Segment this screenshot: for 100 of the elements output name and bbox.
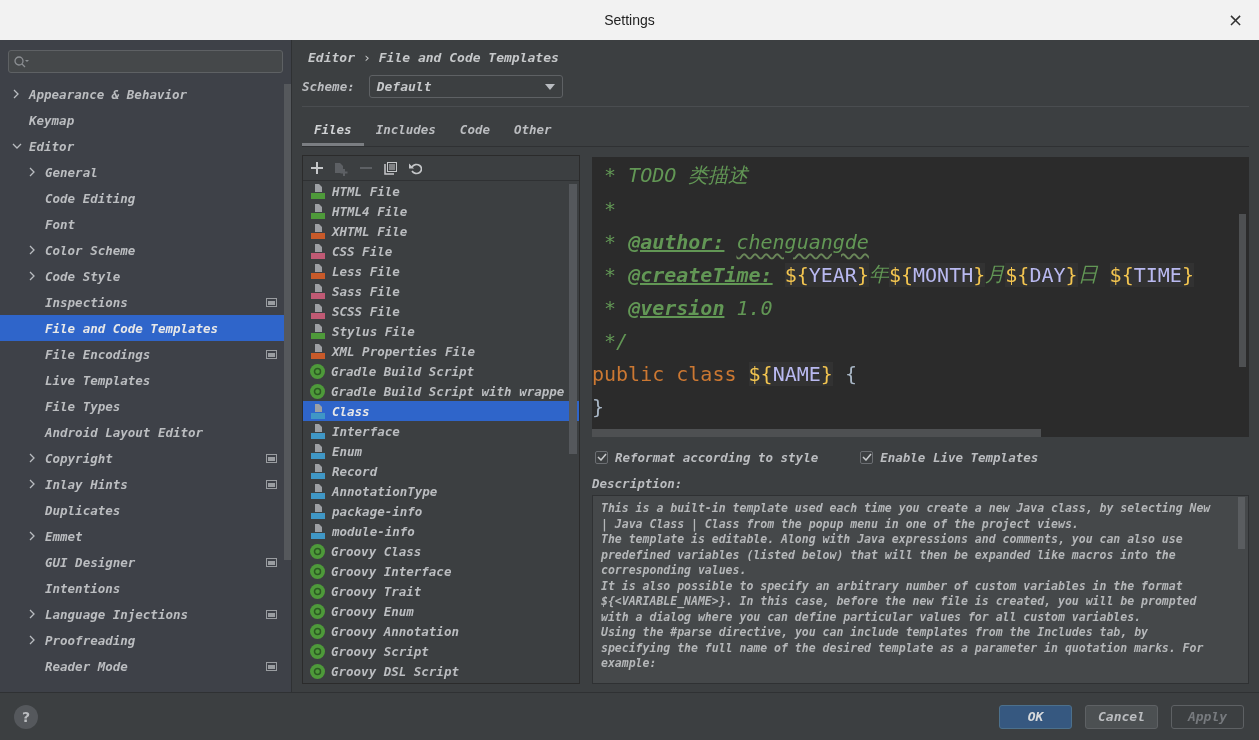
dialog-button[interactable]: OK [999, 704, 1072, 729]
settings-tree-item[interactable]: Keymap [0, 107, 284, 133]
variable-brace: } [856, 262, 869, 287]
template-item[interactable]: Groovy Script [303, 641, 579, 661]
tab[interactable]: Code [447, 117, 502, 146]
tab[interactable]: Includes [363, 117, 448, 146]
checkbox[interactable] [860, 450, 874, 464]
template-item[interactable]: Class [303, 401, 579, 421]
variable-name: YEAR [808, 262, 857, 287]
template-item[interactable]: Groovy Enum [303, 601, 579, 621]
code-keyword: public class [592, 361, 738, 386]
settings-tree-item[interactable]: Copyright [0, 445, 284, 471]
code-comment: 1.0 [736, 295, 773, 320]
template-item[interactable]: Groovy DSL Script [303, 661, 579, 681]
template-item[interactable]: Groovy Interface [303, 561, 579, 581]
settings-tree-item[interactable]: Android Layout Editor [0, 419, 284, 445]
settings-tree-item[interactable]: Intentions [0, 575, 284, 601]
code-comment: 年 [868, 261, 889, 288]
scrollbar[interactable] [1239, 214, 1246, 367]
variable-name: DAY [1029, 262, 1066, 287]
code-comment: chenguangde [736, 229, 869, 254]
description-text: This is a built-in template used each time you create a new Java class, by selecting New | Java Class | Class from the popup menu in one of the project views. [601, 501, 1212, 532]
scrollbar[interactable] [284, 84, 291, 560]
template-item[interactable]: AnnotationType [303, 481, 579, 501]
settings-tree-item[interactable]: Live Templates [0, 367, 284, 393]
template-item[interactable]: Enum [303, 441, 579, 461]
variable-brace: ${ [748, 361, 773, 386]
template-item[interactable]: HTML4 File [303, 201, 579, 221]
variable-name: MONTH [913, 262, 974, 287]
checkbox[interactable] [595, 450, 608, 464]
template-item[interactable]: module-info [303, 521, 579, 541]
checkbox-label[interactable]: Reformat according to style [615, 449, 819, 465]
template-item[interactable]: HTML File [303, 181, 579, 201]
settings-tree-item[interactable]: Code Editing [0, 185, 284, 211]
settings-tree-item[interactable]: File and Code Templates [0, 315, 284, 341]
variable-brace: } [1181, 262, 1194, 287]
scrollbar[interactable] [569, 184, 577, 454]
variable-brace: ${ [784, 262, 809, 287]
settings-tree-item[interactable]: Language Injections [0, 601, 284, 627]
template-item[interactable]: Stylus File [303, 321, 579, 341]
breadcrumb-current: File and Code Templates [378, 49, 559, 65]
template-item[interactable]: XHTML File [303, 221, 579, 241]
template-item[interactable]: Gradle Build Script with wrappe [303, 381, 579, 401]
settings-tree-item[interactable]: Inlay Hints [0, 471, 284, 497]
checkbox-label[interactable]: Enable Live Templates [880, 449, 1039, 465]
settings-tree-item[interactable]: Font [0, 211, 284, 237]
search-field[interactable] [8, 50, 283, 73]
scrollbar[interactable] [1238, 497, 1245, 549]
tab[interactable]: Files [302, 117, 364, 146]
variable-name: NAME [772, 361, 821, 386]
add-icon[interactable] [311, 162, 323, 174]
settings-tree-item[interactable]: Duplicates [0, 497, 284, 523]
window-title: Settings [604, 12, 655, 28]
description-text: Using the #parse directive, you can include templates from the Includes tab, by specifying the full name of the desired template as a parameter in quotation marks. For example: [601, 625, 1205, 672]
description-label: Description: [592, 474, 684, 493]
help-button[interactable]: ? [14, 704, 38, 729]
description-text: The template is editable. Along with Java expressions and comments, you can also use predefined variables (listed below) that will then be expanded like macros into the corresponding values. [601, 532, 1184, 579]
scheme-dropdown[interactable]: Default [368, 75, 563, 98]
template-item[interactable]: Groovy Class [303, 541, 579, 561]
breadcrumb-parent[interactable]: Editor [308, 49, 355, 65]
dialog-button[interactable]: Cancel [1085, 704, 1158, 729]
variable-brace: } [820, 361, 833, 386]
variable-brace: } [973, 262, 986, 287]
template-item[interactable]: Less File [303, 261, 579, 281]
template-item[interactable]: CSS File [303, 241, 579, 261]
settings-tree-item[interactable]: Inspections [0, 289, 284, 315]
template-item[interactable]: SCSS File [303, 301, 579, 321]
template-item[interactable]: Groovy Annotation [303, 621, 579, 641]
template-item[interactable]: package-info [303, 501, 579, 521]
settings-tree-item[interactable]: Appearance & Behavior [0, 81, 284, 107]
settings-tree-item[interactable]: Proofreading [0, 627, 284, 653]
settings-tree-item[interactable]: File Types [0, 393, 284, 419]
template-item[interactable]: Interface [303, 421, 579, 441]
settings-tree-item[interactable]: Code Style [0, 263, 284, 289]
template-item[interactable]: Gradle Build Script [303, 361, 579, 381]
code-editor[interactable]: * TODO 类描述 * * @author: chenguangde * @createTime: ${YEAR}年${MONTH}月${DAY}日 ${TIME} * @version 1.0 */ public class ${NAME} { } [592, 157, 1249, 437]
settings-tree-item[interactable]: Reader Mode [0, 653, 284, 679]
close-button[interactable]: × [1225, 9, 1245, 30]
template-item[interactable]: XML Properties File [303, 341, 579, 361]
variable-name: TIME [1133, 262, 1182, 287]
template-item[interactable]: Record [303, 461, 579, 481]
template-item[interactable]: Groovy Trait [303, 581, 579, 601]
copy-icon[interactable] [384, 161, 397, 175]
settings-tree-item[interactable]: GUI Designer [0, 549, 284, 575]
template-item[interactable]: Sass File [303, 281, 579, 301]
code-comment: */ [603, 328, 629, 353]
settings-tree-item[interactable]: General [0, 159, 284, 185]
settings-tree-item[interactable]: Emmet [0, 523, 284, 549]
variable-brace: ${ [1109, 262, 1134, 287]
settings-tree-item[interactable]: Color Scheme [0, 237, 284, 263]
doc-tag: @version [628, 295, 725, 320]
tab[interactable]: Other [501, 117, 564, 146]
code-comment: * [603, 295, 618, 320]
scrollbar[interactable] [592, 429, 1041, 437]
undo-icon[interactable] [409, 161, 422, 175]
settings-tree-item[interactable]: File Encodings [0, 341, 284, 367]
settings-tree-item[interactable]: Editor [0, 133, 284, 159]
scheme-label: Scheme: [302, 79, 355, 94]
breadcrumb-separator: › [362, 49, 371, 65]
doc-tag: @createTime: [628, 262, 773, 287]
